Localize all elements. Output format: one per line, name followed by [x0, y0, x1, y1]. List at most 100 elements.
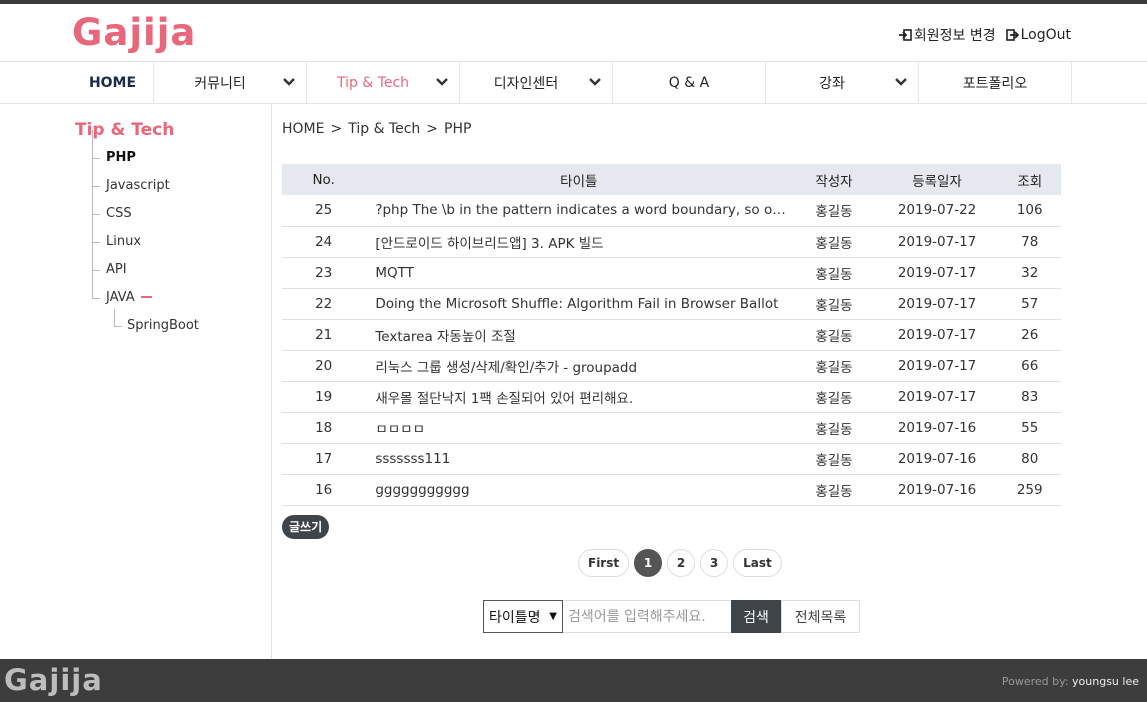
cell-views: 106: [998, 195, 1061, 227]
sidebar-item-javascript[interactable]: Javascript: [92, 158, 170, 200]
edit-profile-link[interactable]: 회원정보 변경: [898, 25, 996, 45]
cell-views: 80: [998, 443, 1061, 475]
sign-out-icon: [1005, 29, 1019, 41]
sidebar: Tip & Tech PHP Javascript CSS Linux API …: [0, 104, 272, 659]
nav-item-lecture[interactable]: 강좌: [766, 62, 919, 103]
cell-views: 66: [998, 350, 1061, 382]
cell-title[interactable]: ggggggggggg: [365, 474, 793, 506]
search-field-select[interactable]: 타이틀명 ▼: [483, 600, 563, 633]
table-row[interactable]: 17 sssssss111 홍길동 2019-07-16 80: [282, 443, 1061, 475]
table-row[interactable]: 19 새우몰 절단낙지 1팩 손질되어 있어 편리해요. 홍길동 2019-07-17…: [282, 381, 1061, 413]
column-header-title: 타이틀: [365, 164, 793, 195]
cell-views: 57: [998, 288, 1061, 320]
page-button-2[interactable]: 2: [667, 549, 696, 577]
table-row[interactable]: 18 ㅁㅁㅁㅁ 홍길동 2019-07-16 55: [282, 412, 1061, 444]
table-row[interactable]: 25 ?php The \b in the pattern indicates a…: [282, 195, 1061, 227]
nav-item-tip-tech[interactable]: Tip & Tech: [307, 62, 460, 103]
breadcrumb-separator: >: [330, 121, 343, 137]
cell-title[interactable]: Textarea 자동높이 조절: [365, 319, 793, 351]
nav-label: 디자인센터: [493, 75, 559, 92]
cell-no: 24: [282, 226, 366, 258]
sidebar-item-api[interactable]: API: [92, 242, 170, 284]
footer-logo: Gajija: [4, 663, 103, 697]
cell-views: 32: [998, 257, 1061, 289]
nav-label: Q & A: [668, 74, 710, 91]
sidebar-item-linux[interactable]: Linux: [92, 214, 170, 256]
cell-views: 83: [998, 381, 1061, 413]
cell-author: 홍길동: [792, 474, 876, 506]
page-first-button[interactable]: First: [578, 549, 630, 577]
sidebar-item-php[interactable]: PHP: [92, 130, 170, 172]
chevron-down-icon: [283, 78, 295, 86]
breadcrumb: HOME > Tip & Tech > PHP: [282, 121, 471, 137]
page-last-button[interactable]: Last: [733, 549, 782, 577]
column-header-views: 조회: [998, 164, 1061, 195]
site-logo[interactable]: Gajija: [72, 11, 196, 54]
column-header-date: 등록일자: [875, 164, 999, 195]
collapse-minus-icon[interactable]: [140, 295, 152, 298]
cell-date: 2019-07-17: [875, 350, 999, 382]
cell-title[interactable]: ㅁㅁㅁㅁ: [365, 412, 793, 444]
cell-title[interactable]: ?php The \b in the pattern indicates a w…: [365, 195, 793, 227]
cell-title[interactable]: [안드로이드 하이브리드앱] 3. APK 빌드: [365, 226, 793, 258]
cell-title[interactable]: MQTT: [365, 257, 793, 289]
user-links: 회원정보 변경 LogOut: [898, 25, 1071, 45]
sidebar-item-java[interactable]: JAVA: [92, 270, 170, 312]
cell-title[interactable]: Doing the Microsoft Shuffle: Algorithm F…: [365, 288, 793, 320]
nav-label: 포트폴리오: [962, 75, 1028, 92]
table-row[interactable]: 23 MQTT 홍길동 2019-07-17 32: [282, 257, 1061, 289]
cell-date: 2019-07-16: [875, 443, 999, 475]
chevron-down-icon: [895, 78, 907, 86]
logout-label: LogOut: [1020, 27, 1071, 43]
cell-date: 2019-07-16: [875, 474, 999, 506]
cell-date: 2019-07-17: [875, 319, 999, 351]
page-button-1[interactable]: 1: [634, 549, 663, 577]
cell-title[interactable]: sssssss111: [365, 443, 793, 475]
powered-by: Powered by: youngsu lee: [1002, 675, 1139, 688]
dropdown-arrow-icon: ▼: [549, 611, 557, 622]
cell-title[interactable]: 새우몰 절단낙지 1팩 손질되어 있어 편리해요.: [365, 381, 793, 413]
breadcrumb-current: PHP: [444, 121, 472, 137]
search-input[interactable]: [563, 600, 731, 633]
nav-item-home[interactable]: HOME: [72, 62, 154, 103]
cell-date: 2019-07-17: [875, 257, 999, 289]
cell-no: 17: [282, 443, 366, 475]
view-all-button[interactable]: 전체목록: [781, 600, 860, 633]
cell-author: 홍길동: [792, 412, 876, 444]
post-table: No. 타이틀 작성자 등록일자 조회 25 ?php The \b in the…: [282, 164, 1061, 506]
pagination: First 1 2 3 Last: [578, 549, 782, 577]
sidebar-item-label: Javascript: [106, 178, 170, 193]
nav-item-community[interactable]: 커뮤니티: [154, 62, 307, 103]
nav-item-design-center[interactable]: 디자인센터: [460, 62, 613, 103]
table-row[interactable]: 22 Doing the Microsoft Shuffle: Algorithm…: [282, 288, 1061, 320]
nav-label: HOME: [88, 74, 137, 91]
table-row[interactable]: 20 리눅스 그룹 생성/삭제/확인/추가 - groupadd 홍길동 2019-0…: [282, 350, 1061, 382]
nav-item-qna[interactable]: Q & A: [613, 62, 766, 103]
cell-date: 2019-07-17: [875, 381, 999, 413]
breadcrumb-section[interactable]: Tip & Tech: [348, 121, 420, 137]
write-post-button[interactable]: 글쓰기: [282, 515, 330, 539]
cell-author: 홍길동: [792, 350, 876, 382]
search-button[interactable]: 검색: [731, 600, 781, 633]
sidebar-item-css[interactable]: CSS: [92, 186, 170, 228]
cell-author: 홍길동: [792, 257, 876, 289]
table-row[interactable]: 24 [안드로이드 하이브리드앱] 3. APK 빌드 홍길동 2019-07-17 7…: [282, 226, 1061, 258]
chevron-down-icon: [589, 78, 601, 86]
site-footer: Gajija Powered by: youngsu lee: [0, 659, 1147, 702]
cell-date: 2019-07-17: [875, 288, 999, 320]
cell-no: 23: [282, 257, 366, 289]
cell-no: 18: [282, 412, 366, 444]
cell-views: 259: [998, 474, 1061, 506]
table-row[interactable]: 21 Textarea 자동높이 조절 홍길동 2019-07-17 26: [282, 319, 1061, 351]
cell-views: 78: [998, 226, 1061, 258]
logout-link[interactable]: LogOut: [1005, 25, 1071, 45]
page-button-3[interactable]: 3: [700, 549, 729, 577]
site-header: Gajija 회원정보 변경 LogOut: [0, 4, 1147, 62]
sidebar-subitem-springboot[interactable]: SpringBoot: [114, 309, 199, 339]
search-bar: 타이틀명 ▼ 검색 전체목록: [483, 600, 860, 633]
sidebar-item-label: Linux: [106, 234, 142, 249]
cell-title[interactable]: 리눅스 그룹 생성/삭제/확인/추가 - groupadd: [365, 350, 793, 382]
breadcrumb-home[interactable]: HOME: [282, 121, 324, 137]
nav-item-portfolio[interactable]: 포트폴리오: [919, 62, 1072, 103]
table-row[interactable]: 16 ggggggggggg 홍길동 2019-07-16 259: [282, 474, 1061, 506]
